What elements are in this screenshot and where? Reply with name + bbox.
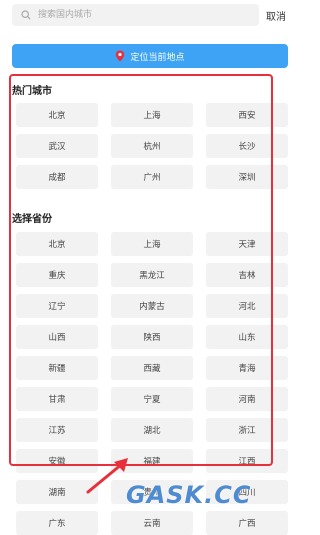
hot-city-item[interactable]: 北京 [16,103,98,127]
hot-city-item[interactable]: 长沙 [206,134,288,158]
location-pin-icon [115,50,125,62]
province-item[interactable]: 广西 [206,511,288,535]
province-item[interactable]: 内蒙古 [111,294,193,318]
search-icon [20,9,32,21]
province-item[interactable]: 吉林 [206,263,288,287]
hot-cities-grid: 北京 上海 西安武汉 杭州 长沙成都 广州 深圳 [16,103,288,189]
hot-city-item[interactable]: 西安 [206,103,288,127]
locate-button-label: 定位当前地点 [130,52,185,63]
hot-city-item[interactable]: 广州 [111,165,193,189]
province-item[interactable]: 广东 [16,511,98,535]
province-item[interactable]: 黑龙江 [111,263,193,287]
province-item[interactable]: 河南 [206,387,288,411]
province-item[interactable]: 天津 [206,232,288,256]
province-item[interactable]: 河北 [206,294,288,318]
hot-cities-title: 热门城市 [12,86,52,97]
provinces-title: 选择省份 [12,214,52,225]
cancel-button[interactable]: 取消 [266,8,286,23]
watermark: GASK.CC [126,481,252,509]
province-item[interactable]: 湖北 [111,418,193,442]
province-item[interactable]: 江西 [206,449,288,473]
province-item[interactable]: 陕西 [111,325,193,349]
locate-current-button[interactable]: 定位当前地点 [12,44,288,68]
province-item[interactable]: 青海 [206,356,288,380]
search-bar[interactable] [12,4,259,26]
province-item[interactable]: 山东 [206,325,288,349]
hot-city-item[interactable]: 杭州 [111,134,193,158]
province-item[interactable]: 重庆 [16,263,98,287]
hot-city-item[interactable]: 武汉 [16,134,98,158]
hot-city-item[interactable]: 深圳 [206,165,288,189]
search-input[interactable] [36,9,240,21]
province-item[interactable]: 宁夏 [111,387,193,411]
province-item[interactable]: 辽宁 [16,294,98,318]
province-item[interactable]: 山西 [16,325,98,349]
annotation-arrow [86,458,128,494]
province-item[interactable]: 西藏 [111,356,193,380]
province-item[interactable]: 上海 [111,232,193,256]
province-item[interactable]: 甘肃 [16,387,98,411]
province-item[interactable]: 江苏 [16,418,98,442]
hot-city-item[interactable]: 上海 [111,103,193,127]
province-item[interactable]: 北京 [16,232,98,256]
hot-city-item[interactable]: 成都 [16,165,98,189]
province-item[interactable]: 新疆 [16,356,98,380]
province-item[interactable]: 浙江 [206,418,288,442]
province-item[interactable]: 云南 [111,511,193,535]
